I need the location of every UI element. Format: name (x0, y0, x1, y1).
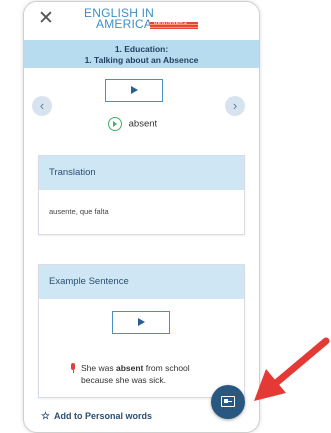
sentence-bold-word: absent (115, 363, 144, 373)
sentence-part2: from school (143, 363, 190, 373)
prev-word-button[interactable]: ‹ (32, 96, 52, 116)
translation-text: ausente, que falta (49, 207, 109, 216)
top-bar: ✕ ENGLISH IN AMERICA BEGINNERS (24, 2, 259, 40)
logo-line2: AMERICA (96, 17, 153, 31)
star-icon: ☆ (41, 411, 50, 422)
app-logo: ENGLISH IN AMERICA BEGINNERS (84, 6, 224, 36)
logo-tag: BEGINNERS (154, 20, 188, 26)
translation-card-title: Translation (39, 156, 244, 190)
word-row: absent (108, 117, 157, 131)
phone-frame: ✕ ENGLISH IN AMERICA BEGINNERS 1. Educat… (23, 1, 260, 433)
sentence-line2: because she was sick. (81, 375, 167, 385)
example-card: Example Sentence She was absent from sch… (38, 264, 245, 398)
lesson-title: 1. Talking about an Absence (84, 55, 199, 65)
example-card-title: Example Sentence (39, 265, 244, 299)
close-icon[interactable]: ✕ (36, 9, 56, 29)
add-to-personal-words-button[interactable]: ☆ Add to Personal words (41, 411, 152, 422)
flashcard-button[interactable] (211, 385, 245, 419)
play-word-button[interactable] (105, 79, 163, 102)
add-personal-words-label: Add to Personal words (53, 411, 152, 421)
lesson-header: 1. Education: 1. Talking about an Absenc… (24, 40, 259, 68)
translation-card: Translation ausente, que falta (38, 155, 245, 235)
next-word-button[interactable]: › (225, 96, 245, 116)
vocab-word: absent (128, 118, 158, 130)
annotation-arrow-icon (254, 337, 330, 401)
example-sentence: She was absent from school because she w… (69, 362, 237, 386)
flashcard-icon (221, 396, 235, 407)
sentence-part1: She was (81, 363, 116, 373)
microphone-icon[interactable] (69, 363, 77, 374)
audio-play-icon[interactable] (108, 117, 122, 131)
play-example-button[interactable] (112, 311, 170, 334)
unit-title: 1. Education: (114, 44, 169, 54)
